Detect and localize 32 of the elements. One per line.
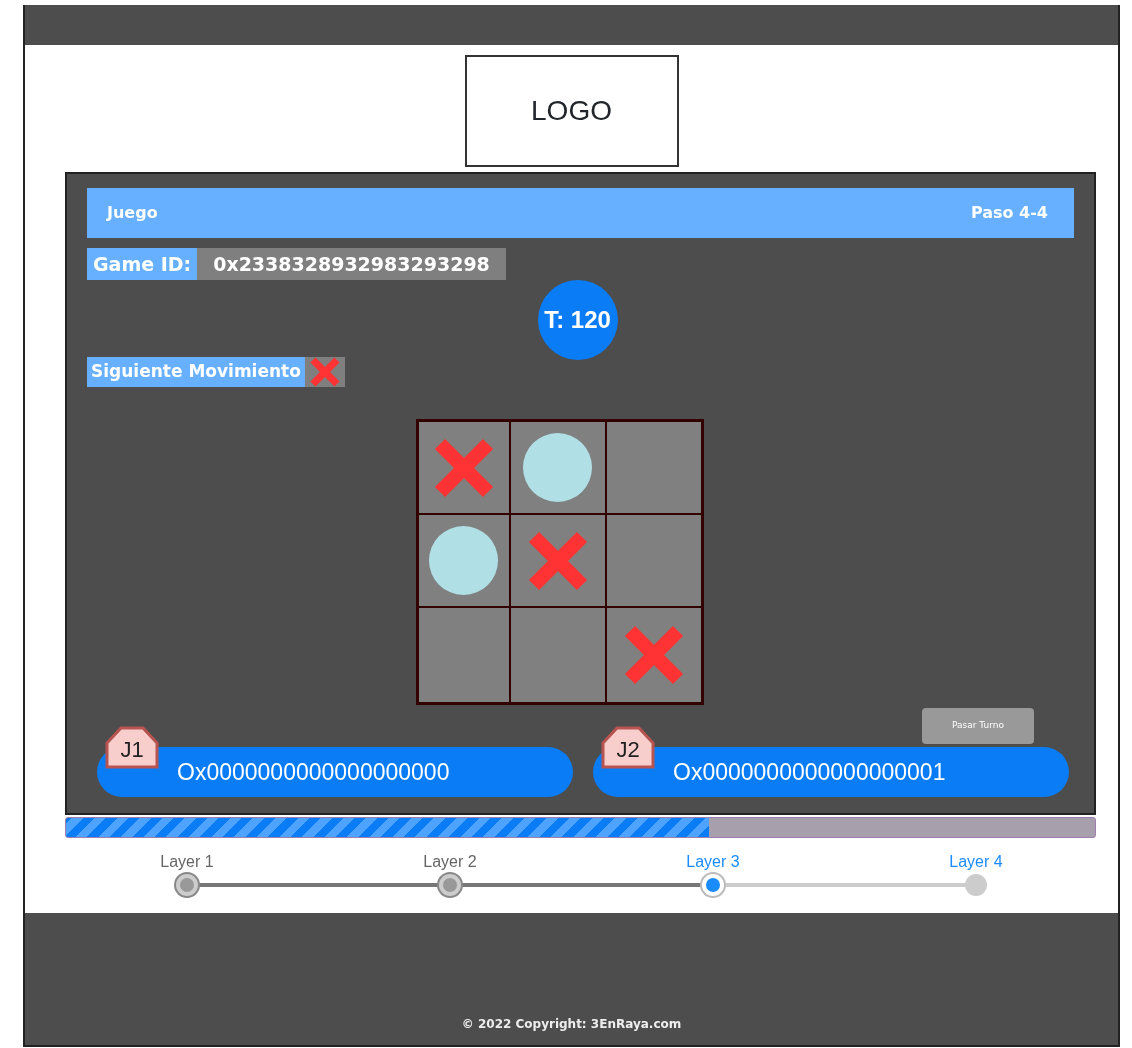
board-cell[interactable] bbox=[417, 607, 510, 703]
pass-turn-button[interactable]: Pasar Turno bbox=[922, 708, 1034, 744]
logo-text: LOGO bbox=[531, 94, 612, 128]
next-move-label: Siguiente Movimiento bbox=[87, 357, 305, 387]
board-cell[interactable] bbox=[509, 514, 606, 607]
timer-badge: T: 120 bbox=[537, 280, 618, 360]
board-cell[interactable] bbox=[417, 421, 510, 514]
step-indicator: Paso 4-4 bbox=[970, 202, 1048, 224]
circle-mark-icon bbox=[523, 433, 592, 502]
circle-mark-icon bbox=[429, 526, 498, 595]
board-cell[interactable] bbox=[417, 514, 510, 607]
x-mark-icon bbox=[433, 437, 494, 498]
board-cell[interactable] bbox=[605, 421, 702, 514]
step-dot[interactable] bbox=[965, 874, 987, 896]
x-mark-icon bbox=[623, 625, 684, 685]
step-dot[interactable] bbox=[176, 874, 198, 896]
player-badge: J1 bbox=[105, 725, 159, 769]
game-id-value: 0x2338328932983293298 bbox=[197, 248, 506, 280]
player-badge: J2 bbox=[601, 725, 655, 769]
step-label[interactable]: Layer 1 bbox=[160, 850, 214, 874]
step-label[interactable]: Layer 2 bbox=[423, 850, 477, 874]
step-label[interactable]: Layer 4 bbox=[949, 850, 1003, 874]
board-cell[interactable] bbox=[605, 607, 702, 703]
game-title: Juego bbox=[107, 202, 158, 224]
copyright-text: © 2022 Copyright: 3EnRaya.com bbox=[461, 1016, 682, 1033]
board-cell[interactable] bbox=[509, 607, 606, 703]
board-cell[interactable] bbox=[509, 421, 606, 514]
step-dot[interactable] bbox=[439, 874, 461, 896]
game-id-label: Game ID: bbox=[87, 248, 198, 280]
x-mark-icon bbox=[527, 530, 588, 591]
board-cell[interactable] bbox=[605, 514, 702, 607]
step-label[interactable]: Layer 3 bbox=[686, 850, 740, 874]
